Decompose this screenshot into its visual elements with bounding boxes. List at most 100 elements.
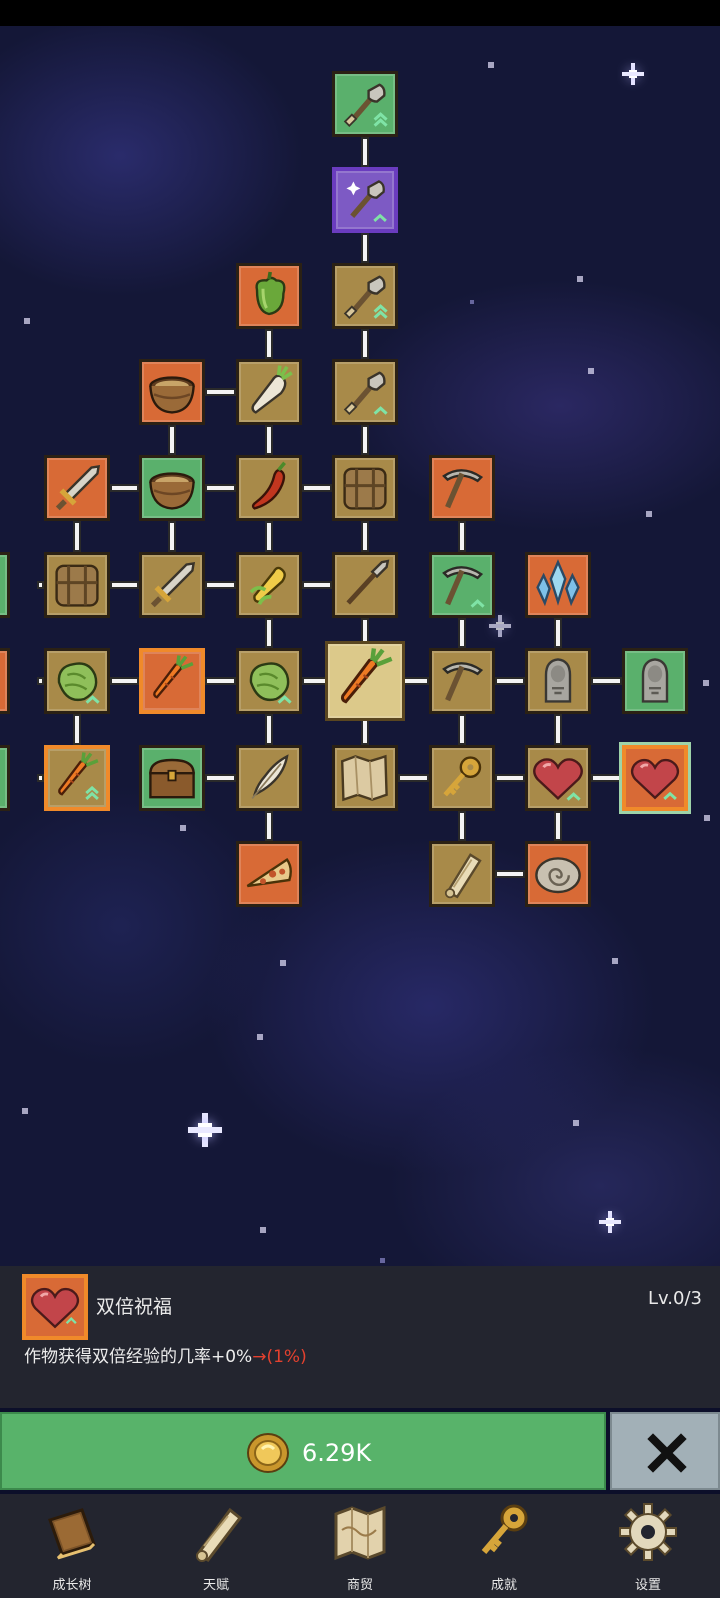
background-star	[588, 368, 594, 374]
background-star	[620, 61, 646, 87]
skill-tree-area[interactable]	[0, 26, 720, 1399]
gear-icon	[619, 1503, 677, 1561]
skill-node-backpack-2[interactable]	[44, 552, 110, 618]
skill-node-magic-shovel[interactable]	[332, 167, 398, 233]
chest-icon	[149, 758, 195, 799]
skill-node-shovel-4[interactable]	[332, 359, 398, 425]
tree-connector	[554, 714, 562, 745]
skill-next-value: →(1%)	[252, 1347, 307, 1367]
skill-node-heart-orange[interactable]	[622, 745, 688, 811]
tree-connector	[302, 484, 332, 492]
skill-node-sword-2[interactable]	[139, 552, 205, 618]
skill-node-map[interactable]	[332, 745, 398, 811]
skill-node-statue-tan[interactable]	[525, 648, 591, 714]
tree-connector	[458, 811, 466, 841]
skill-node-bowl-orange[interactable]	[139, 359, 205, 425]
background-star	[470, 300, 474, 304]
gold-coin-icon	[247, 1433, 289, 1473]
skill-node-partial-r4[interactable]	[0, 552, 10, 618]
tree-connector	[398, 774, 429, 782]
skill-node-pizza[interactable]	[236, 841, 302, 907]
key-icon	[443, 756, 482, 797]
skill-node-statue-green[interactable]	[622, 648, 688, 714]
carrot-icon	[340, 648, 393, 704]
skill-node-partial-r6[interactable]	[0, 745, 10, 811]
skill-node-heart-tan[interactable]	[525, 745, 591, 811]
skill-node-bowl-green[interactable]	[139, 455, 205, 521]
skill-node-pickaxe-tan[interactable]	[429, 648, 495, 714]
tree-connector	[458, 618, 466, 648]
background-star	[646, 511, 652, 517]
upgrade-button[interactable]: 6.29K	[0, 1412, 606, 1490]
skill-node-corn[interactable]	[236, 552, 302, 618]
skill-node-pepper[interactable]	[236, 263, 302, 329]
background-star	[597, 1209, 623, 1235]
skill-node-shovel-top[interactable]	[332, 71, 398, 137]
nav-growth-tree[interactable]: 成长树	[12, 1494, 132, 1598]
carrot-icon	[58, 752, 99, 800]
tree-connector	[205, 677, 236, 685]
skill-node-key[interactable]	[429, 745, 495, 811]
backpack-icon	[343, 467, 387, 510]
tree-connector	[205, 774, 236, 782]
tree-connector	[265, 811, 273, 841]
nav-trade[interactable]: 商贸	[300, 1494, 420, 1598]
background-star	[185, 1110, 225, 1150]
spear-icon	[346, 559, 390, 605]
skill-node-backpack[interactable]	[332, 455, 398, 521]
skill-node-shovel-3[interactable]	[332, 263, 398, 329]
skill-node-pickaxe-orange[interactable]	[429, 455, 495, 521]
nav-talent[interactable]: 天赋	[156, 1494, 276, 1598]
key-icon	[481, 1504, 528, 1554]
tree-connector	[302, 581, 332, 589]
skill-node-pickaxe-green[interactable]	[429, 552, 495, 618]
nav-achievements[interactable]: 成就	[444, 1494, 564, 1598]
background-star	[280, 960, 286, 966]
pickaxe-icon	[442, 566, 485, 608]
skill-node-crystal[interactable]	[525, 552, 591, 618]
background-star	[577, 276, 583, 282]
scroll-icon	[444, 853, 482, 899]
nav-label: 成就	[490, 1578, 517, 1593]
skill-node-radish[interactable]	[236, 359, 302, 425]
skill-node-chest[interactable]	[139, 745, 205, 811]
tree-connector	[168, 425, 176, 455]
skill-node-partial-r5[interactable]	[0, 648, 10, 714]
tree-connector	[495, 774, 525, 782]
statue-icon	[641, 658, 669, 703]
skill-description-text: 作物获得双倍经验的几率+0%	[24, 1347, 253, 1367]
tree-connector	[591, 774, 622, 782]
tree-connector	[361, 329, 369, 359]
close-button[interactable]	[610, 1412, 720, 1490]
nav-label: 商贸	[346, 1578, 373, 1593]
upgrade-cost: 6.29K	[302, 1439, 372, 1467]
skill-node-feather[interactable]	[236, 745, 302, 811]
tree-connector	[591, 677, 622, 685]
skill-node-scroll[interactable]	[429, 841, 495, 907]
shovel-icon	[343, 371, 388, 415]
skill-node-carrot-orange[interactable]	[139, 648, 205, 714]
background-star	[24, 318, 30, 324]
skill-node-chili[interactable]	[236, 455, 302, 521]
tree-connector	[361, 137, 369, 167]
backpack-icon	[55, 564, 99, 607]
skill-node-carrot-tan[interactable]	[44, 745, 110, 811]
sword-icon	[150, 561, 196, 608]
carrot-icon	[153, 655, 194, 699]
skill-node-cabbage-2[interactable]	[236, 648, 302, 714]
skill-node-cabbage-1[interactable]	[44, 648, 110, 714]
tree-connector	[110, 581, 139, 589]
tree-connector	[265, 329, 273, 359]
background-star	[703, 680, 709, 686]
tree-connector	[37, 581, 44, 589]
crystal-icon	[536, 559, 580, 607]
tree-connector	[205, 581, 236, 589]
skill-node-fossil[interactable]	[525, 841, 591, 907]
skill-node-carrot-center[interactable]	[325, 641, 405, 721]
tree-connector	[110, 677, 139, 685]
heart-icon	[630, 758, 680, 800]
nav-settings[interactable]: 设置	[588, 1494, 708, 1598]
skill-node-sword-orange[interactable]	[44, 455, 110, 521]
feather-icon	[251, 754, 289, 799]
skill-node-spear[interactable]	[332, 552, 398, 618]
